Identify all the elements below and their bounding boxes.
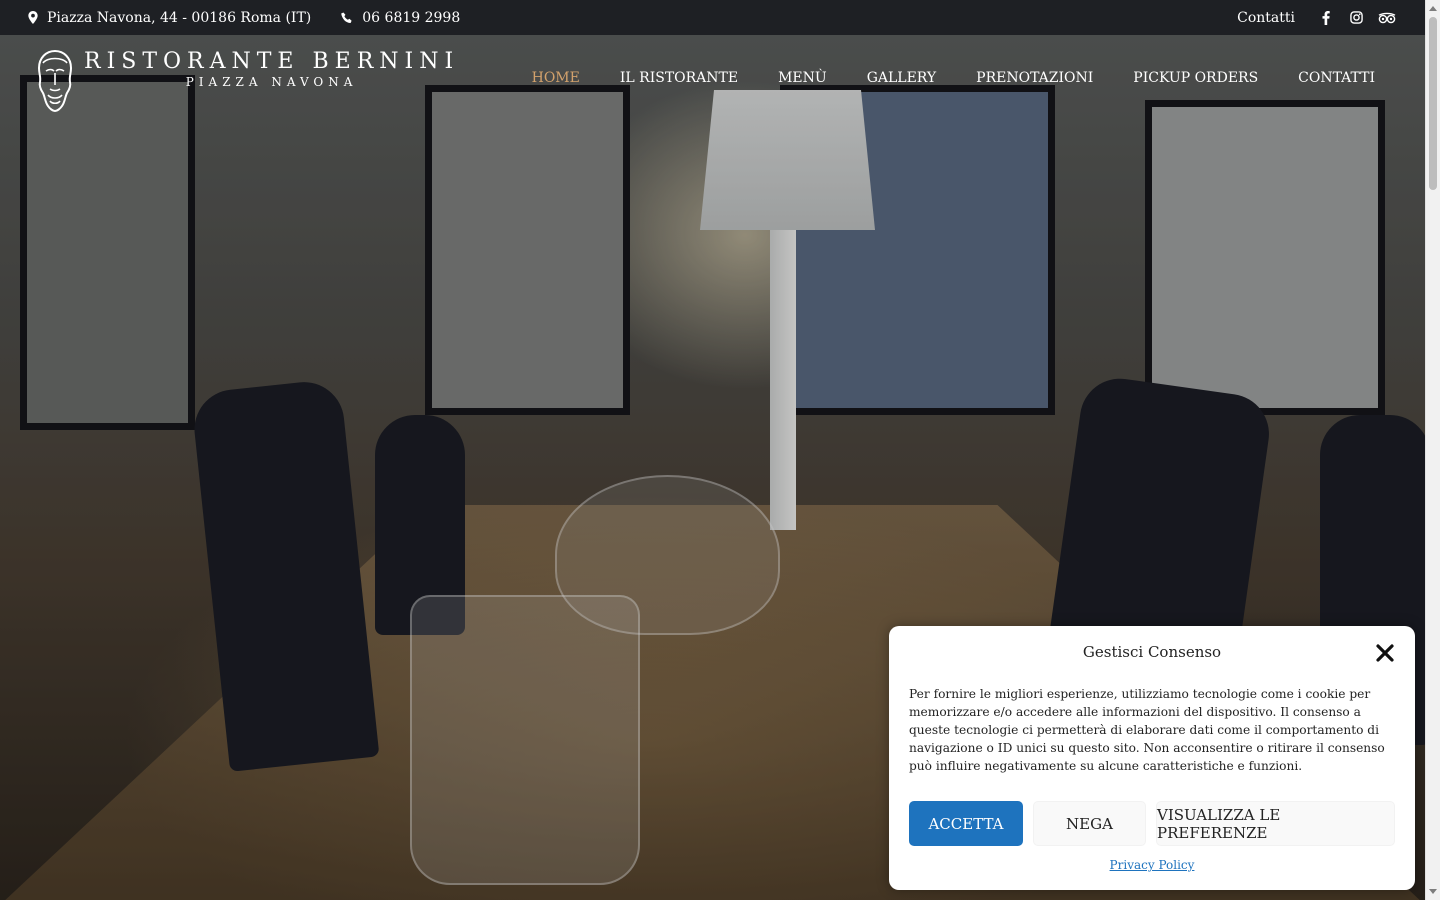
top-info-bar: Piazza Navona, 44 - 00186 Roma (IT) 06 6…	[0, 0, 1425, 35]
nav-item-il-ristorante[interactable]: IL RISTORANTE	[620, 70, 738, 86]
site-header: Ristorante Bernini Piazza Navona HOME IL…	[0, 35, 1425, 125]
nav-item-pickup-orders[interactable]: PICKUP ORDERS	[1133, 70, 1258, 86]
cookie-consent-dialog: Gestisci Consenso Per fornire le miglior…	[889, 626, 1415, 890]
logo-text: Ristorante Bernini Piazza Navona	[84, 49, 459, 89]
topbar-right: Contatti	[1237, 9, 1397, 27]
consent-message: Per fornire le migliori esperienze, util…	[909, 687, 1385, 773]
scroll-down-arrow-icon[interactable]	[1429, 889, 1437, 894]
logo-name: Ristorante Bernini	[84, 49, 460, 74]
map-marker-icon	[28, 11, 38, 24]
consent-buttons: ACCETTA NEGA VISUALIZZA LE PREFERENZE	[909, 801, 1395, 846]
privacy-policy-link[interactable]: Privacy Policy	[1110, 858, 1195, 872]
logo-subtitle: Piazza Navona	[185, 75, 358, 89]
topbar-contact-link[interactable]: Contatti	[1237, 10, 1295, 26]
privacy-policy: Privacy Policy	[889, 858, 1415, 872]
consent-title: Gestisci Consenso	[1082, 643, 1222, 661]
nav-item-home[interactable]: HOME	[532, 70, 580, 86]
deny-button[interactable]: NEGA	[1033, 801, 1146, 846]
phone-text[interactable]: 06 6819 2998	[362, 10, 460, 26]
address-text: Piazza Navona, 44 - 00186 Roma (IT)	[47, 9, 312, 26]
social-links	[1317, 9, 1397, 27]
nav-item-gallery[interactable]: GALLERY	[867, 70, 936, 86]
instagram-icon[interactable]	[1347, 9, 1365, 27]
view-preferences-button[interactable]: VISUALIZZA LE PREFERENZE	[1156, 801, 1395, 846]
tripadvisor-icon[interactable]	[1377, 9, 1397, 27]
scroll-up-arrow-icon[interactable]	[1429, 6, 1437, 11]
nav-item-menu[interactable]: MENÙ	[778, 70, 827, 86]
bernini-head-icon	[37, 49, 73, 113]
phone-item[interactable]: 06 6819 2998	[341, 10, 460, 26]
nav-item-prenotazioni[interactable]: PRENOTAZIONI	[976, 70, 1093, 86]
phone-icon	[341, 12, 352, 23]
contact-info: Piazza Navona, 44 - 00186 Roma (IT) 06 6…	[28, 10, 490, 26]
scroll-thumb[interactable]	[1429, 17, 1437, 190]
address-item: Piazza Navona, 44 - 00186 Roma (IT)	[28, 10, 311, 26]
main-nav: HOME IL RISTORANTE MENÙ GALLERY PRENOTAZ…	[532, 70, 1375, 86]
close-icon[interactable]	[1375, 643, 1395, 663]
accept-button[interactable]: ACCETTA	[909, 801, 1023, 846]
facebook-icon[interactable]	[1317, 9, 1335, 27]
site-logo[interactable]: Ristorante Bernini Piazza Navona	[34, 49, 459, 113]
nav-item-contatti[interactable]: CONTATTI	[1298, 70, 1375, 86]
page-scrollbar[interactable]	[1425, 0, 1440, 900]
